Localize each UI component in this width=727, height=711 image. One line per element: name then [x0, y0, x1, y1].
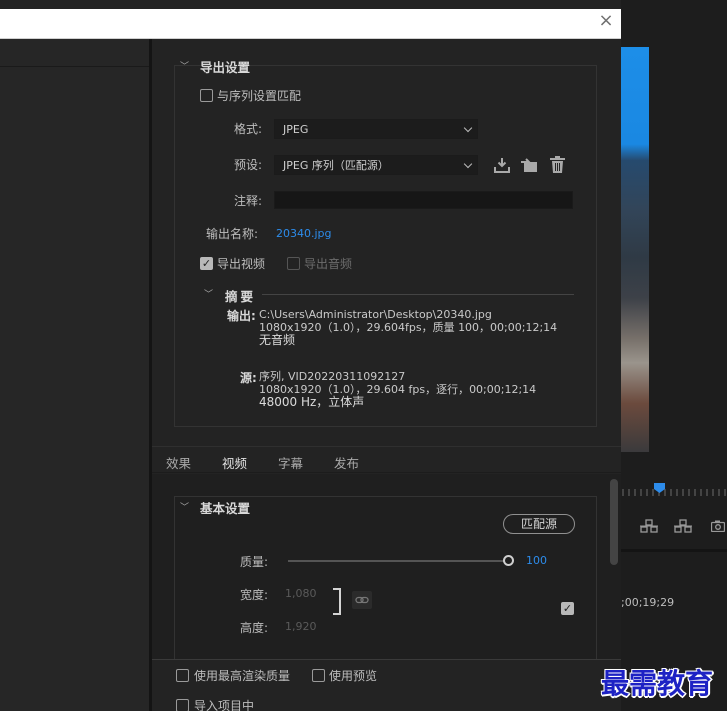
match-source-button[interactable]: 匹配源 [503, 514, 575, 534]
chevron-down-icon [463, 123, 473, 133]
preset-select[interactable]: JPEG 序列（匹配源） [274, 155, 478, 175]
import-into-project-checkbox[interactable] [176, 699, 189, 711]
basic-settings-title: 基本设置 [200, 501, 251, 516]
chevron-down-icon [463, 159, 473, 169]
summary-source-audio: 48000 Hz，立体声 [259, 395, 365, 409]
delete-preset-icon[interactable] [550, 156, 565, 173]
output-name-link[interactable]: 20340.jpg [276, 227, 332, 240]
width-value[interactable]: 1,080 [285, 587, 317, 600]
summary-source: 序列, VID20220311092127 1080x1920（1.0），29.… [259, 370, 536, 409]
watermark-logo: 最需教育 [601, 667, 714, 700]
link-icon[interactable] [352, 591, 372, 609]
quality-slider-knob[interactable] [503, 555, 514, 566]
lock-aspect-checkbox[interactable] [561, 602, 574, 615]
settings-tabs: 效果 视频 字幕 发布 [152, 446, 621, 477]
quality-value[interactable]: 100 [526, 554, 547, 567]
dialog-title-bar [0, 9, 621, 39]
export-settings-title: 导出设置 [200, 60, 251, 75]
width-label: 宽度: [240, 588, 269, 602]
comments-label: 注释: [234, 194, 263, 208]
format-label: 格式: [234, 122, 263, 136]
camera-icon[interactable] [711, 520, 725, 532]
settings-scrollbar[interactable] [610, 479, 618, 565]
export-video-label: 导出视频 [217, 257, 266, 271]
format-value: JPEG [283, 123, 309, 136]
import-into-project-label: 导入项目中 [194, 699, 255, 711]
summary-chevron-icon[interactable]: ﹀ [204, 287, 213, 300]
close-icon[interactable]: × [598, 12, 614, 30]
timeline-top-border [621, 549, 727, 552]
insert-icon[interactable] [640, 519, 658, 533]
preset-label: 预设: [234, 158, 263, 172]
comments-input[interactable] [274, 191, 573, 209]
summary-source-label: 源: [240, 371, 257, 385]
collapse-chevron-icon[interactable]: ﹀ [180, 59, 189, 72]
use-previews-checkbox[interactable] [312, 669, 325, 682]
export-options-footer: 使用最高渲染质量 使用预览 导入项目中 [152, 659, 621, 711]
basic-settings-chevron-icon[interactable]: ﹀ [180, 500, 189, 513]
tab-captions[interactable]: 字幕 [278, 453, 303, 472]
time-ruler[interactable] [621, 483, 727, 497]
max-render-quality-label: 使用最高渲染质量 [194, 669, 291, 683]
dimension-link-bracket [333, 588, 341, 615]
import-preset-icon[interactable] [521, 157, 539, 173]
summary-output-path: C:\Users\Administrator\Desktop\20340.jpg [259, 308, 492, 321]
summary-output-label: 输出: [227, 309, 256, 323]
export-audio-checkbox[interactable] [287, 257, 300, 270]
preview-pane-header [0, 39, 149, 67]
summary-title: 摘要 [225, 289, 257, 304]
tab-publish[interactable]: 发布 [334, 453, 359, 472]
quality-slider-track[interactable] [288, 560, 508, 562]
program-monitor-frame [621, 47, 649, 452]
summary-divider [262, 294, 574, 295]
summary-source-sequence: 序列, VID20220311092127 [259, 370, 406, 383]
summary-output-spec: 1080x1920（1.0），29.604fps，质量 100，00;00;12… [259, 321, 558, 334]
match-sequence-label: 与序列设置匹配 [217, 89, 302, 103]
timeline-timecode: ;00;19;29 [621, 596, 675, 609]
overwrite-icon[interactable] [674, 519, 692, 533]
preview-pane [0, 39, 149, 711]
use-previews-label: 使用预览 [329, 669, 378, 683]
summary-output-audio: 无音频 [259, 333, 296, 347]
output-name-label: 输出名称: [206, 227, 259, 241]
export-settings-panel: ﹀ 导出设置 与序列设置匹配 格式: JPEG 预设: JPEG 序列（匹配源）… [152, 39, 621, 666]
height-label: 高度: [240, 621, 269, 635]
summary-output: C:\Users\Administrator\Desktop\20340.jpg… [259, 308, 557, 347]
max-render-quality-checkbox[interactable] [176, 669, 189, 682]
export-audio-label: 导出音频 [304, 257, 353, 271]
format-select[interactable]: JPEG [274, 119, 478, 139]
video-settings-panel: ﹀ 基本设置 匹配源 质量: 100 宽度: 1,080 高度: 1,920 [152, 474, 621, 666]
preset-value: JPEG 序列（匹配源） [283, 159, 389, 172]
tab-effects[interactable]: 效果 [166, 453, 191, 472]
quality-label: 质量: [240, 555, 269, 569]
height-value[interactable]: 1,920 [285, 620, 317, 633]
save-preset-icon[interactable] [494, 157, 510, 173]
match-sequence-checkbox[interactable] [200, 89, 213, 102]
export-video-checkbox[interactable] [200, 257, 213, 270]
